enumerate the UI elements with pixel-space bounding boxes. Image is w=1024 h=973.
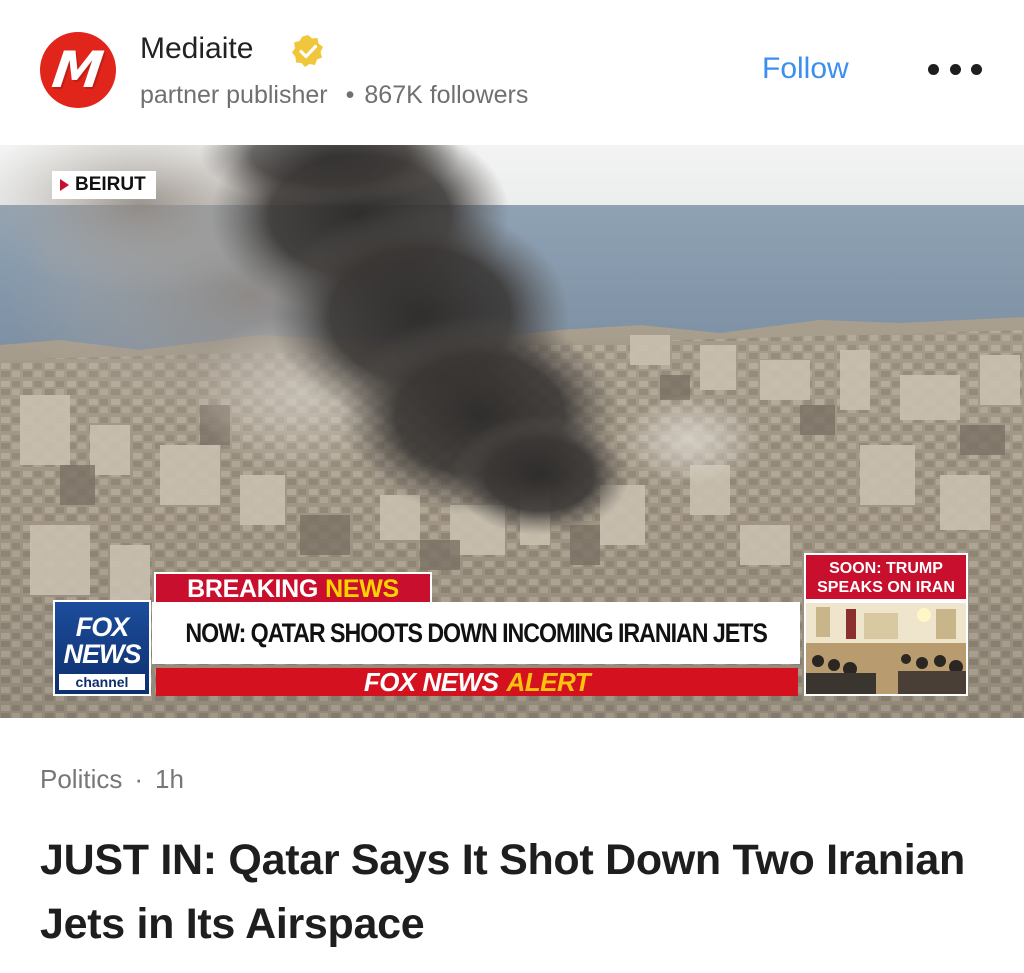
alert-fox-news: FOX NEWS	[363, 666, 499, 697]
article-meta: Politics · 1h	[40, 764, 184, 795]
breaking-news-banner: BREAKING NEWS	[154, 572, 432, 606]
fox-news-logo: FOX NEWS channel	[53, 600, 151, 696]
fox-logo-top: FOX	[75, 612, 130, 642]
post-age: 1h	[155, 764, 184, 794]
soon-banner: SOON: TRUMP SPEAKS ON IRAN	[804, 553, 968, 601]
publisher-name[interactable]: Mediaite	[140, 32, 253, 66]
category-label[interactable]: Politics	[40, 764, 122, 794]
more-icon[interactable]	[928, 58, 982, 80]
follow-button[interactable]: Follow	[762, 52, 849, 86]
article-title[interactable]: JUST IN: Qatar Says It Shot Down Two Ira…	[40, 828, 990, 956]
verified-badge-icon	[292, 35, 323, 67]
fox-logo-bottom: NEWS	[63, 639, 142, 669]
publisher-meta: partner publisher • 867K followers	[140, 81, 528, 110]
publisher-logo-letter: M	[49, 41, 107, 99]
chyron-headline: NOW: QATAR SHOOTS DOWN INCOMING IRANIAN …	[152, 602, 800, 664]
publisher-role: partner publisher	[140, 81, 328, 109]
post-header: M Mediaite partner publisher • 867K follow…	[0, 0, 1024, 145]
play-triangle-icon	[60, 179, 69, 191]
breaking-label: BREAKING	[187, 574, 319, 603]
alert-word: ALERT	[506, 666, 591, 697]
meta-separator: •	[345, 81, 355, 109]
chyron-text: NOW: QATAR SHOOTS DOWN INCOMING IRANIAN …	[185, 617, 768, 648]
inset-video-thumbnail	[804, 601, 968, 696]
soon-line-2: SPEAKS ON IRAN	[817, 579, 955, 596]
fox-logo-channel: channel	[59, 674, 145, 690]
fox-news-alert-bar: FOX NEWS ALERT	[156, 666, 798, 697]
news-label: NEWS	[325, 574, 399, 603]
white-house-room-image	[806, 603, 966, 694]
soon-line-1: SOON: TRUMP	[829, 560, 943, 577]
article-image[interactable]: BEIRUT BREAKING NEWS FOX NEWS channel NOW…	[0, 145, 1024, 718]
dateline-text: BEIRUT	[75, 174, 146, 195]
follower-count: 867K followers	[364, 81, 529, 109]
dateline-tag: BEIRUT	[52, 171, 156, 199]
publisher-avatar[interactable]: M	[40, 32, 116, 108]
meta-dot: ·	[134, 764, 144, 794]
